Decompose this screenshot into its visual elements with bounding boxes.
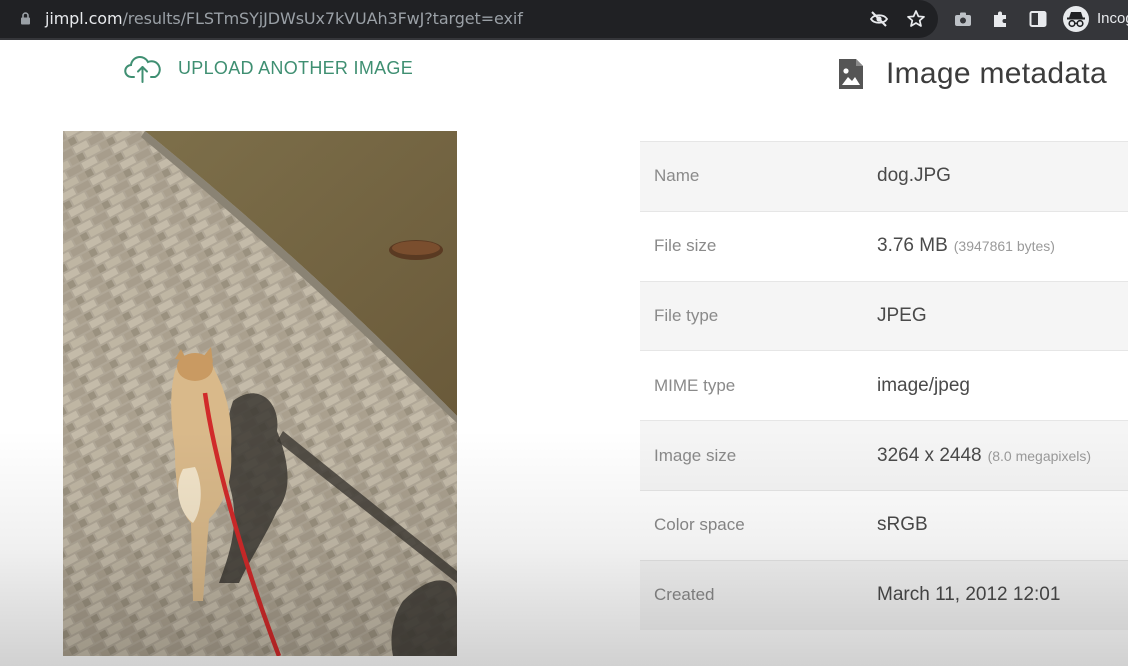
table-row: Color space sRGB bbox=[640, 489, 1128, 560]
row-value: 3264 x 2448 (8.0 megapixels) bbox=[877, 445, 1091, 467]
value-note: (8.0 megapixels) bbox=[987, 447, 1092, 464]
value-note: (3947861 bytes) bbox=[953, 238, 1055, 255]
value-text: JPEG bbox=[877, 304, 927, 326]
value-text: March 11, 2012 12:01 bbox=[877, 584, 1061, 606]
cloud-upload-icon bbox=[124, 56, 161, 83]
table-row: MIME type image/jpeg bbox=[640, 350, 1128, 421]
row-value: image/jpeg bbox=[877, 375, 970, 397]
metadata-header: Image metadata bbox=[837, 54, 1107, 94]
table-row: Name dog.JPG bbox=[640, 141, 1128, 211]
value-text: sRGB bbox=[877, 514, 928, 536]
table-row: Created March 11, 2012 12:01 bbox=[640, 559, 1128, 630]
value-text: 3.76 MB bbox=[877, 235, 948, 257]
value-text: image/jpeg bbox=[877, 374, 970, 396]
table-row: Image size 3264 x 2448 (8.0 megapixels) bbox=[640, 420, 1128, 490]
row-value: dog.JPG bbox=[877, 165, 951, 187]
browser-toolbar: jimpl.com/results/FLSTmSYjJDWsUx7kVUAh3F… bbox=[0, 0, 1128, 40]
image-file-icon bbox=[839, 59, 863, 89]
row-label: Color space bbox=[654, 515, 745, 535]
row-value: 3.76 MB (3947861 bytes) bbox=[877, 235, 1055, 257]
row-label: Created bbox=[654, 585, 715, 605]
uploaded-image-preview bbox=[63, 131, 457, 656]
row-label: Name bbox=[654, 166, 700, 186]
row-label: Image size bbox=[654, 445, 737, 465]
dog-photo bbox=[63, 131, 457, 656]
row-label: MIME type bbox=[654, 375, 736, 395]
url-path: /results/FLSTmSYjJDWsUx7kVUAh3FwJ?target… bbox=[122, 9, 523, 28]
star-icon[interactable] bbox=[906, 9, 926, 29]
extensions-puzzle-icon[interactable] bbox=[990, 9, 1010, 29]
url-host: jimpl.com bbox=[45, 9, 123, 28]
eye-off-icon[interactable] bbox=[869, 9, 889, 29]
url-text[interactable]: jimpl.com/results/FLSTmSYjJDWsUx7kVUAh3F… bbox=[45, 9, 523, 28]
table-row: File size 3.76 MB (3947861 bytes) bbox=[640, 210, 1128, 281]
row-label: File size bbox=[654, 236, 717, 256]
row-value: March 11, 2012 12:01 bbox=[877, 584, 1060, 606]
address-bar[interactable]: jimpl.com/results/FLSTmSYjJDWsUx7kVUAh3F… bbox=[0, 0, 938, 38]
incognito-avatar-icon[interactable] bbox=[1063, 6, 1089, 32]
metadata-table: Name dog.JPG File size 3.76 MB (3947861 b… bbox=[640, 141, 1128, 630]
value-text: 3264 x 2448 bbox=[877, 444, 982, 466]
side-panel-icon[interactable] bbox=[1028, 9, 1048, 29]
camera-icon[interactable] bbox=[953, 9, 973, 29]
row-label: File type bbox=[654, 305, 719, 325]
profile-label[interactable]: Incog bbox=[1097, 10, 1128, 27]
upload-another-image-link[interactable]: UPLOAD ANOTHER IMAGE bbox=[124, 52, 413, 84]
value-text: dog.JPG bbox=[877, 165, 951, 187]
lock-icon[interactable] bbox=[20, 12, 31, 25]
table-row: File type JPEG bbox=[640, 280, 1128, 351]
page-title: Image metadata bbox=[886, 57, 1107, 90]
row-value: sRGB bbox=[877, 514, 928, 536]
upload-label: UPLOAD ANOTHER IMAGE bbox=[178, 57, 414, 78]
row-value: JPEG bbox=[877, 305, 927, 327]
